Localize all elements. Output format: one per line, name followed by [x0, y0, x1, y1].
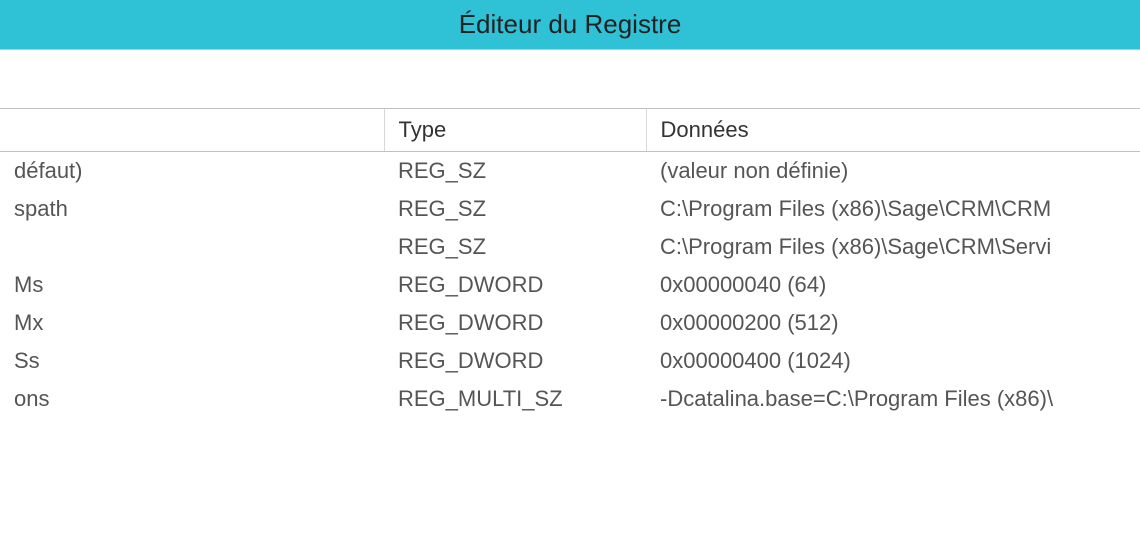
window-titlebar[interactable]: Éditeur du Registre: [0, 0, 1140, 50]
cell-data: 0x00000200 (512): [646, 304, 1140, 342]
cell-type: REG_SZ: [384, 190, 646, 228]
cell-type: REG_MULTI_SZ: [384, 380, 646, 418]
table-row[interactable]: spathREG_SZC:\Program Files (x86)\Sage\C…: [0, 190, 1140, 228]
cell-name: [0, 228, 384, 266]
cell-data: 0x00000040 (64): [646, 266, 1140, 304]
cell-data: C:\Program Files (x86)\Sage\CRM\Servi: [646, 228, 1140, 266]
table-row[interactable]: MsREG_DWORD0x00000040 (64): [0, 266, 1140, 304]
cell-name: Ss: [0, 342, 384, 380]
table-row[interactable]: MxREG_DWORD0x00000200 (512): [0, 304, 1140, 342]
table-row[interactable]: SsREG_DWORD0x00000400 (1024): [0, 342, 1140, 380]
column-header-row: Type Données: [0, 109, 1140, 152]
column-header-data[interactable]: Données: [646, 109, 1140, 152]
table-row[interactable]: défaut)REG_SZ(valeur non définie): [0, 152, 1140, 191]
column-header-name[interactable]: [0, 109, 384, 152]
menu-area: [0, 50, 1140, 108]
cell-data: -Dcatalina.base=C:\Program Files (x86)\: [646, 380, 1140, 418]
window-title: Éditeur du Registre: [459, 9, 682, 40]
cell-data: C:\Program Files (x86)\Sage\CRM\CRM: [646, 190, 1140, 228]
cell-type: REG_DWORD: [384, 266, 646, 304]
cell-name: défaut): [0, 152, 384, 191]
cell-data: (valeur non définie): [646, 152, 1140, 191]
table-row[interactable]: onsREG_MULTI_SZ-Dcatalina.base=C:\Progra…: [0, 380, 1140, 418]
registry-value-list[interactable]: Type Données défaut)REG_SZ(valeur non dé…: [0, 108, 1140, 418]
cell-name: spath: [0, 190, 384, 228]
cell-type: REG_DWORD: [384, 342, 646, 380]
cell-type: REG_DWORD: [384, 304, 646, 342]
cell-name: ons: [0, 380, 384, 418]
cell-type: REG_SZ: [384, 152, 646, 191]
table-row[interactable]: REG_SZC:\Program Files (x86)\Sage\CRM\Se…: [0, 228, 1140, 266]
column-header-type[interactable]: Type: [384, 109, 646, 152]
cell-data: 0x00000400 (1024): [646, 342, 1140, 380]
cell-type: REG_SZ: [384, 228, 646, 266]
cell-name: Mx: [0, 304, 384, 342]
cell-name: Ms: [0, 266, 384, 304]
